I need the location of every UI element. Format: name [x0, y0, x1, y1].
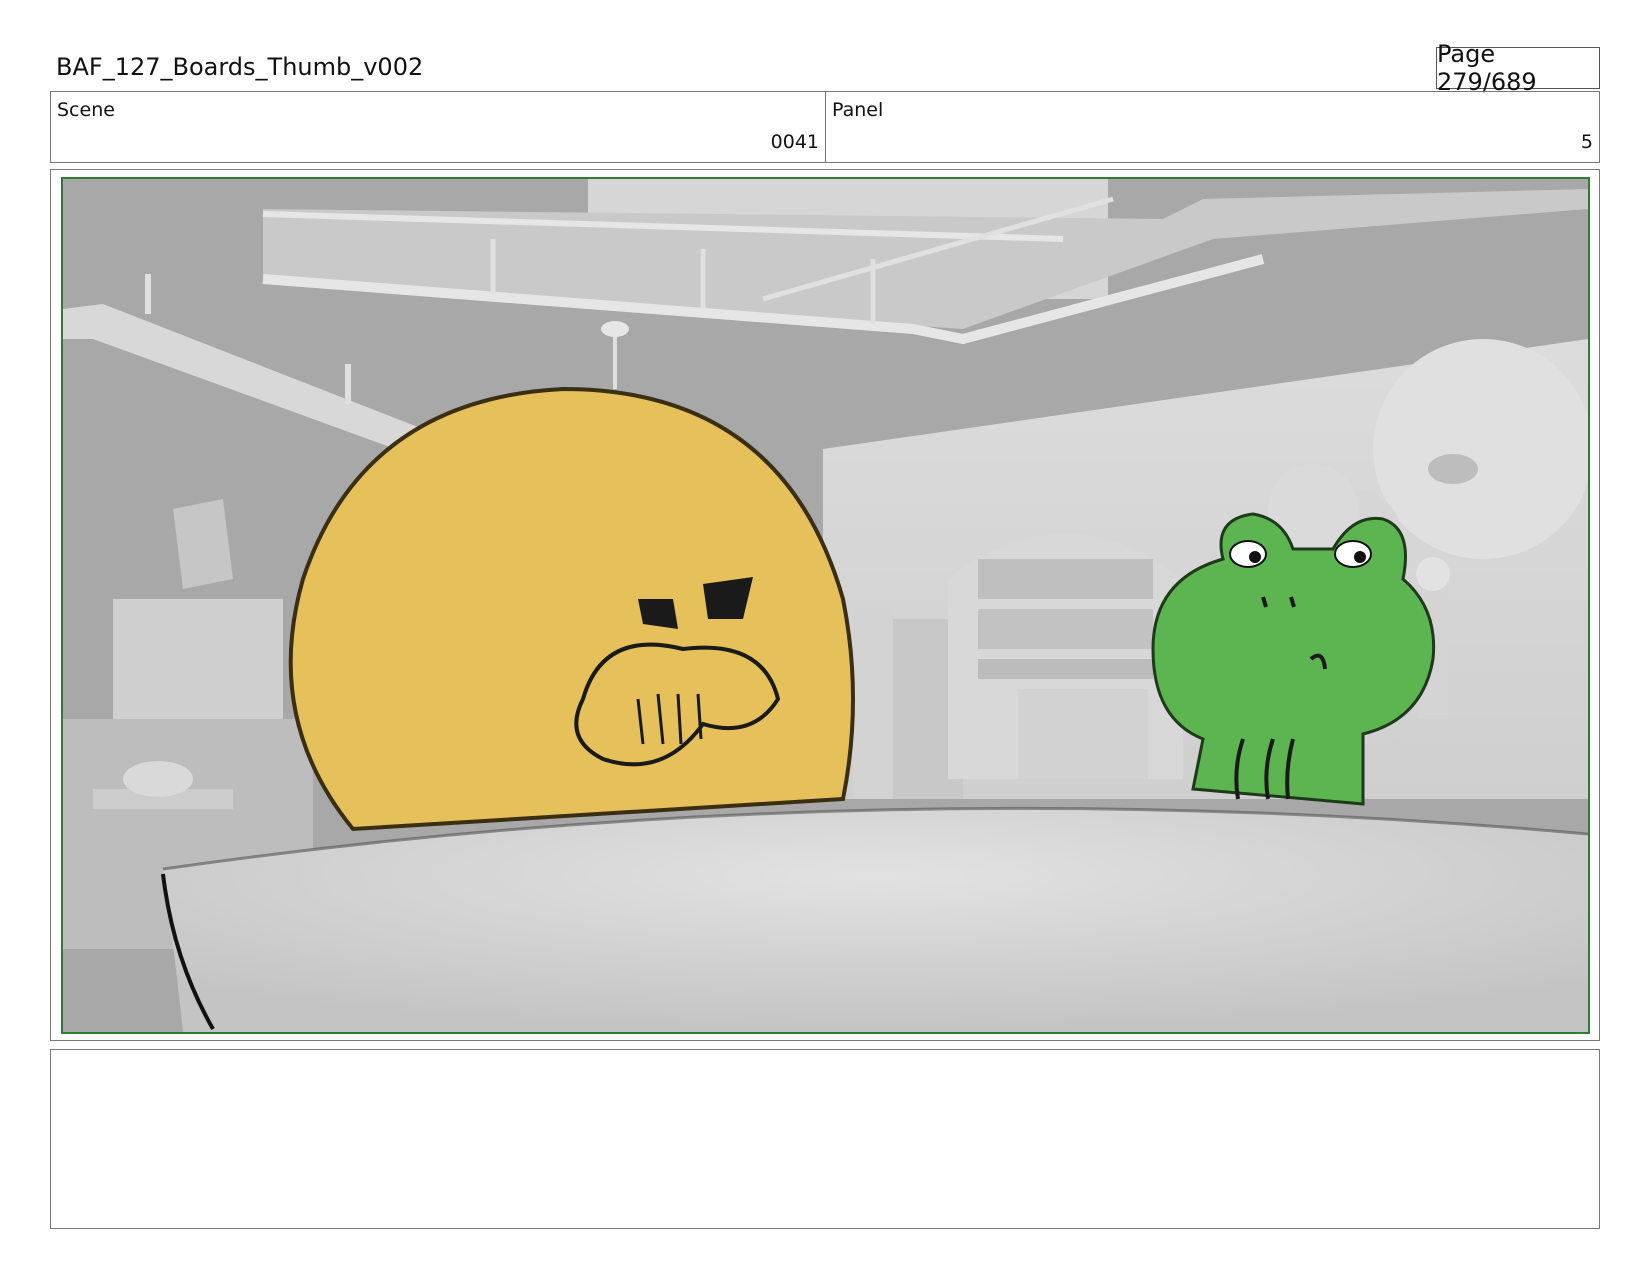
book-row	[978, 559, 1153, 599]
page-counter-label: Page 279/689	[1437, 40, 1537, 96]
scene-number: 0041	[770, 131, 819, 153]
cabinet	[113, 599, 283, 729]
sphere-hole	[1428, 454, 1478, 484]
fridge	[853, 609, 893, 799]
panel-image	[61, 177, 1590, 1034]
frog-pupil-right	[1354, 551, 1366, 563]
microscope	[173, 499, 233, 589]
panel-cell: Panel 5	[826, 92, 1599, 162]
pot	[123, 761, 193, 797]
panel-number: 5	[1580, 131, 1593, 153]
document-title: BAF_127_Boards_Thumb_v002	[56, 53, 424, 81]
scene-cell: Scene 0041	[51, 92, 826, 162]
frog-eye-left	[1229, 540, 1267, 568]
storyboard-illustration	[63, 179, 1588, 1032]
oven	[1018, 689, 1148, 779]
scene-label: Scene	[57, 99, 115, 121]
page-counter: Page 279/689	[1436, 40, 1600, 96]
frog-pupil-left	[1249, 551, 1261, 563]
scene-panel-info: Scene 0041 Panel 5	[50, 91, 1600, 163]
big-sphere	[1373, 339, 1588, 559]
notes-area	[50, 1049, 1600, 1229]
frog-eye-right	[1334, 540, 1372, 568]
lamp-globe	[1416, 557, 1450, 591]
shelf-items	[978, 659, 1153, 679]
lamp-shade	[601, 321, 629, 337]
book-row	[978, 609, 1153, 649]
panel-label: Panel	[832, 99, 884, 121]
